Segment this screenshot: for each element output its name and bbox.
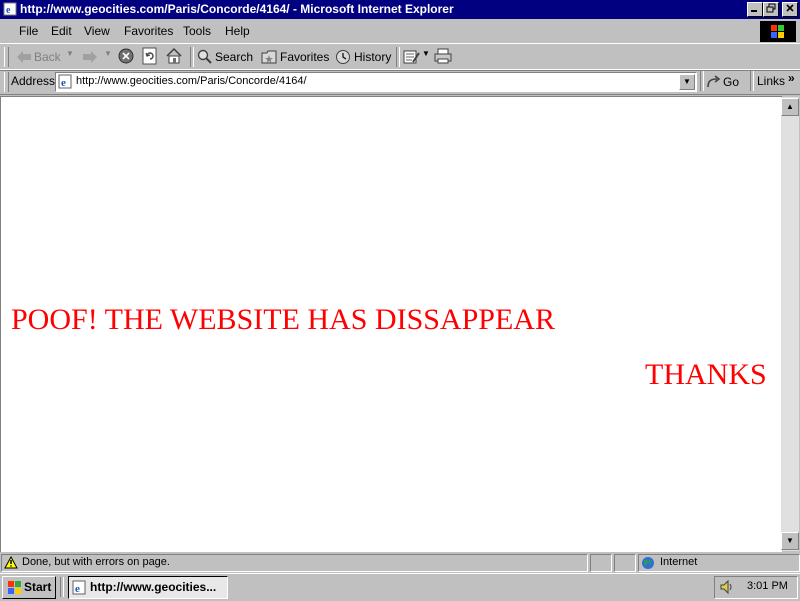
favorites-folder-icon bbox=[261, 50, 277, 64]
vertical-scrollbar[interactable]: ▲ ▼ bbox=[781, 97, 799, 551]
taskbar-window-label: http://www.geocities... bbox=[90, 580, 217, 594]
title-bar[interactable]: e http://www.geocities.com/Paris/Concord… bbox=[0, 0, 800, 19]
close-icon bbox=[786, 4, 794, 12]
mail-dropdown-icon: ▼ bbox=[422, 49, 430, 58]
clock[interactable]: 3:01 PM bbox=[747, 580, 788, 592]
menu-bar: File Edit View Favorites Tools Help bbox=[0, 19, 800, 43]
arrow-down-icon: ▼ bbox=[786, 536, 794, 545]
start-button[interactable]: Start bbox=[2, 576, 56, 599]
forward-button[interactable]: ▼ bbox=[80, 46, 114, 68]
start-label: Start bbox=[24, 580, 52, 594]
mail-button[interactable]: ▼ bbox=[402, 46, 430, 68]
windows-throbber-logo bbox=[760, 21, 796, 42]
standard-toolbar: Back ▼ ▼ Search Favorites History ▼ bbox=[0, 43, 800, 71]
svg-text:e: e bbox=[61, 77, 66, 89]
favorites-button[interactable]: Favorites bbox=[260, 46, 330, 68]
go-label: Go bbox=[723, 75, 740, 89]
back-label: Back bbox=[34, 50, 61, 64]
history-icon bbox=[336, 50, 350, 64]
menu-view[interactable]: View bbox=[84, 24, 110, 38]
menu-file[interactable]: File bbox=[19, 24, 38, 38]
svg-text:e: e bbox=[75, 583, 80, 595]
forward-arrow-icon bbox=[83, 51, 97, 63]
links-button[interactable]: Links bbox=[757, 74, 785, 88]
refresh-button[interactable] bbox=[141, 47, 159, 65]
minimize-button[interactable] bbox=[747, 2, 763, 17]
printer-icon bbox=[434, 48, 452, 64]
scroll-up-button[interactable]: ▲ bbox=[781, 98, 799, 116]
minimize-icon bbox=[751, 10, 757, 12]
mail-edit-icon bbox=[403, 50, 420, 64]
back-arrow-icon bbox=[17, 51, 31, 63]
forward-dropdown-icon: ▼ bbox=[104, 49, 112, 58]
stop-button[interactable] bbox=[117, 47, 135, 65]
chevron-down-icon: ▼ bbox=[683, 77, 691, 86]
toolbar-grip bbox=[4, 47, 9, 67]
refresh-icon bbox=[142, 47, 157, 65]
warning-icon bbox=[4, 556, 18, 569]
menu-tools[interactable]: Tools bbox=[183, 24, 211, 38]
stop-icon bbox=[118, 48, 134, 64]
svg-text:e: e bbox=[6, 5, 11, 16]
home-button[interactable] bbox=[165, 47, 183, 65]
security-zone-label: Internet bbox=[660, 556, 698, 568]
status-message-pane[interactable]: Done, but with errors on page. bbox=[1, 554, 588, 572]
taskbar-separator bbox=[60, 577, 64, 597]
favorites-label: Favorites bbox=[280, 50, 330, 64]
speaker-icon[interactable] bbox=[719, 579, 735, 595]
status-text: Done, but with errors on page. bbox=[22, 556, 170, 568]
close-button[interactable] bbox=[782, 2, 798, 17]
address-value: http://www.geocities.com/Paris/Concorde/… bbox=[76, 75, 307, 87]
taskbar: Start e http://www.geocities... 3:01 PM bbox=[0, 573, 800, 601]
menu-favorites[interactable]: Favorites bbox=[124, 24, 173, 38]
address-grip bbox=[4, 72, 9, 92]
search-button[interactable]: Search bbox=[196, 46, 254, 68]
taskbar-window-button[interactable]: e http://www.geocities... bbox=[68, 576, 228, 599]
search-icon bbox=[197, 49, 212, 64]
ie-page-icon: e bbox=[58, 74, 72, 89]
address-input[interactable]: e http://www.geocities.com/Paris/Concord… bbox=[55, 72, 697, 92]
arrow-up-icon: ▲ bbox=[786, 102, 794, 111]
page-thanks: THANKS bbox=[645, 358, 767, 391]
toolbar-separator bbox=[396, 47, 400, 67]
home-icon bbox=[166, 47, 182, 64]
windows-logo-icon bbox=[771, 25, 784, 38]
toolbar-separator bbox=[190, 47, 194, 67]
window-title: http://www.geocities.com/Paris/Concorde/… bbox=[20, 2, 454, 16]
menu-edit[interactable]: Edit bbox=[51, 24, 72, 38]
back-button[interactable]: Back ▼ bbox=[14, 46, 76, 68]
history-button[interactable]: History bbox=[334, 46, 392, 68]
status-pane-empty bbox=[590, 554, 612, 572]
system-tray: 3:01 PM bbox=[714, 576, 798, 599]
globe-icon bbox=[642, 557, 654, 569]
history-label: History bbox=[354, 50, 392, 64]
back-dropdown-icon: ▼ bbox=[66, 49, 74, 58]
scroll-down-button[interactable]: ▼ bbox=[781, 532, 799, 550]
ie-document-icon: e bbox=[3, 2, 17, 16]
print-button[interactable] bbox=[433, 47, 453, 65]
ie-page-icon: e bbox=[72, 580, 86, 595]
page-headline: POOF! THE WEBSITE HAS DISSAPPEAR bbox=[11, 303, 555, 336]
address-dropdown-button[interactable]: ▼ bbox=[679, 74, 695, 90]
go-arrow-icon bbox=[707, 75, 721, 88]
toolbar-separator bbox=[700, 71, 704, 91]
restore-button[interactable] bbox=[763, 2, 779, 17]
address-bar: Address e http://www.geocities.com/Paris… bbox=[0, 69, 800, 95]
address-label: Address bbox=[11, 74, 56, 88]
status-pane-empty bbox=[614, 554, 636, 572]
security-zone-pane: Internet bbox=[638, 554, 800, 572]
links-chevron-icon[interactable]: » bbox=[788, 71, 795, 85]
go-button[interactable]: Go bbox=[705, 72, 745, 92]
restore-icon bbox=[766, 3, 776, 13]
toolbar-separator bbox=[750, 71, 754, 91]
windows-flag-icon bbox=[8, 581, 21, 594]
search-label: Search bbox=[215, 50, 254, 64]
menu-help[interactable]: Help bbox=[225, 24, 250, 38]
menu-grip bbox=[4, 22, 7, 40]
status-bar: Done, but with errors on page. Internet bbox=[0, 552, 800, 573]
